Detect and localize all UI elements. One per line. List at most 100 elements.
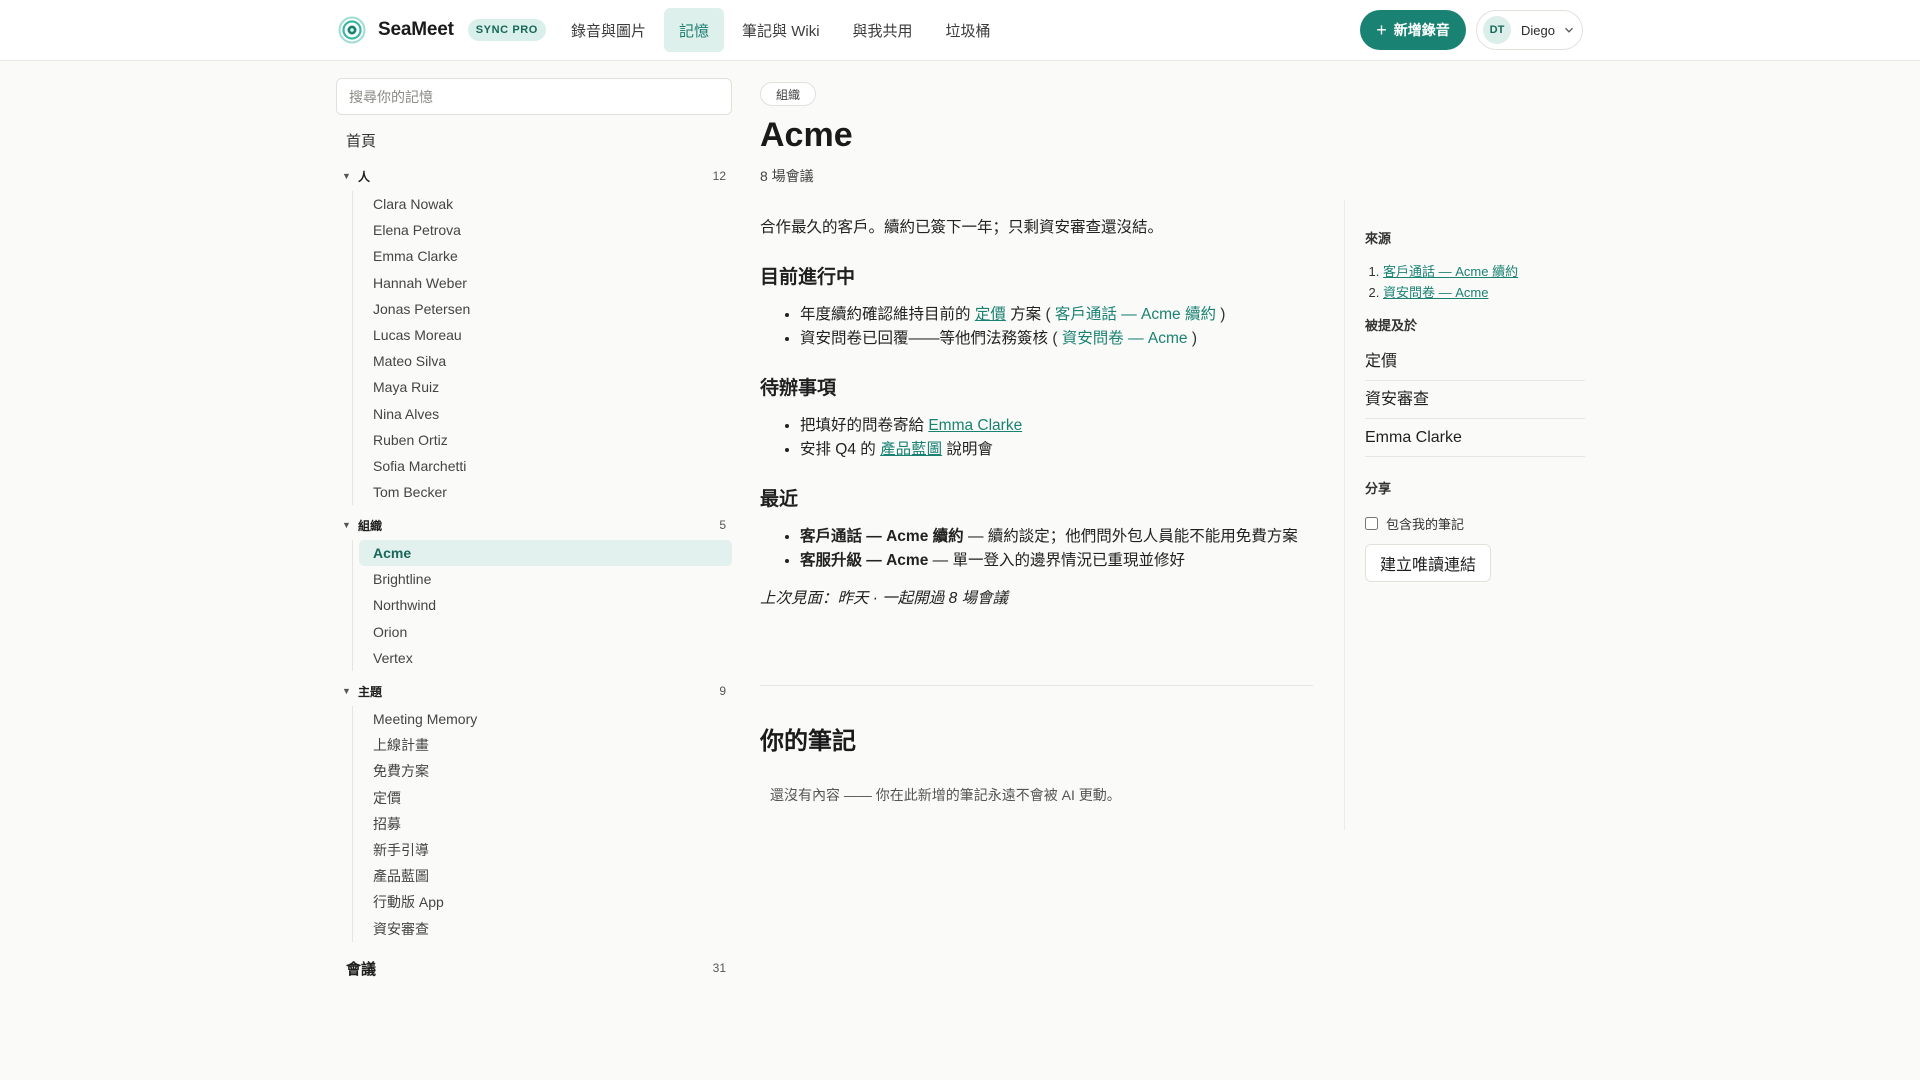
link-person[interactable]: Emma Clarke xyxy=(928,417,1022,434)
link-roadmap[interactable]: 產品藍圖 xyxy=(880,441,942,458)
sidebar-group-topics[interactable]: ▼ 主題 9 xyxy=(342,681,726,701)
meetings-label: 會議 xyxy=(346,960,377,978)
include-notes-label: 包含我的筆記 xyxy=(1386,517,1465,532)
sidebar-item-org[interactable]: Northwind xyxy=(359,592,732,618)
meeting-count: 8 場會議 xyxy=(760,168,814,184)
item-text: — 單一登入的邊界情況已重現並修好 xyxy=(928,552,1185,569)
sidebar-item-org[interactable]: Orion xyxy=(359,619,732,645)
sidebar-item-org-active[interactable]: Acme xyxy=(359,540,732,567)
recent-list: 客戶通話 — Acme 續約 — 續約談定；他們問外包人員能不能用免費方案 客服… xyxy=(760,525,1315,573)
summary: 合作最久的客戶。續約已簽下一年；只剩資安審查還沒結。 xyxy=(760,219,1164,236)
tab-recordings[interactable]: 錄音與圖片 xyxy=(556,8,661,52)
sidebar-item-person[interactable]: Maya Ruiz xyxy=(359,374,732,400)
sidebar-item-person[interactable]: Nina Alves xyxy=(359,401,732,427)
app-name: SeaMeet xyxy=(378,19,454,40)
sidebar-item-meetings[interactable]: 會議 31 xyxy=(346,958,726,978)
brand[interactable]: SeaMeet SYNC PRO xyxy=(338,16,546,44)
right-panel-divider xyxy=(1344,200,1345,830)
sidebar-item-topic[interactable]: 新手引導 xyxy=(359,837,732,863)
item-text: 年度續約確認維持目前的 xyxy=(800,306,975,323)
sidebar-item-org[interactable]: Vertex xyxy=(359,645,732,671)
link-pricing[interactable]: 定價 xyxy=(975,306,1006,323)
mentioned-section: 被提及於 定價 資安審查 Emma Clarke xyxy=(1365,315,1585,457)
sidebar-item-topic[interactable]: Meeting Memory xyxy=(359,706,732,732)
list-item: 客戶通話 — Acme 續約 — 續約談定；他們問外包人員能不能用免費方案 xyxy=(800,525,1315,549)
mention-item[interactable]: 資安審查 xyxy=(1365,381,1585,419)
sidebar-item-topic[interactable]: 行動版 App xyxy=(359,889,732,915)
recent-meeting-title[interactable]: 客服升級 — Acme xyxy=(800,552,928,569)
avatar: DT xyxy=(1483,16,1511,44)
sidebar-group-people[interactable]: ▼ 人 12 xyxy=(342,166,726,186)
meetings-count: 31 xyxy=(712,961,726,975)
sidebar-item-person[interactable]: Mateo Silva xyxy=(359,348,732,374)
in-progress-list: 年度續約確認維持目前的 定價 方案 ( 客戶通話 — Acme 續約 ) 資安問… xyxy=(760,303,1315,351)
caret-down-icon: ▼ xyxy=(342,520,351,530)
sidebar-item-org[interactable]: Brightline xyxy=(359,566,732,592)
share-heading: 分享 xyxy=(1365,481,1392,496)
link-source-call[interactable]: 客戶通話 — Acme 續約 xyxy=(1055,306,1216,323)
create-readonly-link-button[interactable]: 建立唯讀連結 xyxy=(1365,544,1492,582)
item-text: 說明會 xyxy=(942,441,993,458)
share-section: 分享 包含我的筆記 建立唯讀連結 xyxy=(1365,478,1585,582)
source-link[interactable]: 客戶通話 — Acme 續約 xyxy=(1383,264,1518,279)
mention-item[interactable]: 定價 xyxy=(1365,343,1585,381)
sidebar-item-person[interactable]: Tom Becker xyxy=(359,479,732,505)
sidebar-item-person[interactable]: Ruben Ortiz xyxy=(359,427,732,453)
tab-shared-with-me[interactable]: 與我共用 xyxy=(838,8,928,52)
sidebar-item-person[interactable]: Sofia Marchetti xyxy=(359,453,732,479)
sidebar-item-person[interactable]: Elena Petrova xyxy=(359,217,732,243)
list-item: 年度續約確認維持目前的 定價 方案 ( 客戶通話 — Acme 續約 ) xyxy=(800,303,1315,327)
group-label: 人 xyxy=(358,169,371,184)
include-notes-toggle[interactable]: 包含我的筆記 xyxy=(1365,514,1585,533)
item-text: 把填好的問卷寄給 xyxy=(800,417,929,434)
mentions-list: 定價 資安審查 Emma Clarke xyxy=(1365,343,1585,457)
group-count: 9 xyxy=(719,684,726,698)
sidebar-item-person[interactable]: Hannah Weber xyxy=(359,270,732,296)
sidebar-item-topic[interactable]: 免費方案 xyxy=(359,758,732,784)
sidebar-item-person[interactable]: Jonas Petersen xyxy=(359,296,732,322)
section-heading-in-progress: 目前進行中 xyxy=(760,267,856,288)
sidebar-item-topic[interactable]: 資安審查 xyxy=(359,916,732,942)
user-menu[interactable]: DT Diego xyxy=(1476,10,1583,50)
memory-body: 合作最久的客戶。續約已簽下一年；只剩資安審查還沒結。 目前進行中 年度續約確認維… xyxy=(760,216,1315,611)
include-notes-checkbox[interactable] xyxy=(1365,517,1378,530)
sidebar-item-person[interactable]: Emma Clarke xyxy=(359,243,732,269)
sidebar-item-topic[interactable]: 招募 xyxy=(359,811,732,837)
tab-memory[interactable]: 記憶 xyxy=(664,8,725,52)
sources-section: 來源 客戶通話 — Acme 續約 資安問卷 — Acme xyxy=(1365,228,1585,303)
new-recording-button[interactable]: + 新增錄音 xyxy=(1360,10,1466,50)
tab-trash[interactable]: 垃圾桶 xyxy=(931,8,1006,52)
sidebar-item-person[interactable]: Lucas Moreau xyxy=(359,322,732,348)
source-item: 客戶通話 — Acme 續約 xyxy=(1383,261,1585,282)
list-item: 資安問卷已回覆——等他們法務簽核 ( 資安問卷 — Acme ) xyxy=(800,327,1315,351)
recent-meeting-title[interactable]: 客戶通話 — Acme 續約 xyxy=(800,528,964,545)
sidebar-item-topic[interactable]: 上線計畫 xyxy=(359,732,732,758)
list-item: 客服升級 — Acme — 單一登入的邊界情況已重現並修好 xyxy=(800,549,1315,573)
mention-item[interactable]: Emma Clarke xyxy=(1365,419,1585,457)
sidebar-item-person[interactable]: Clara Nowak xyxy=(359,191,732,217)
paren-close: ) xyxy=(1215,306,1226,323)
list-item: 把填好的問卷寄給 Emma Clarke xyxy=(800,414,1315,438)
sidebar-item-home[interactable]: 首頁 xyxy=(346,130,376,151)
last-seen: 上次見面：昨天 · 一起開過 8 場會議 xyxy=(760,590,1009,607)
sidebar-group-orgs[interactable]: ▼ 組織 5 xyxy=(342,515,726,535)
mentioned-heading: 被提及於 xyxy=(1365,318,1418,333)
sidebar-item-topic[interactable]: 產品藍圖 xyxy=(359,863,732,889)
divider xyxy=(760,685,1313,686)
group-count: 5 xyxy=(719,518,726,532)
paren-open: ( xyxy=(1045,306,1055,323)
user-name: Diego xyxy=(1521,22,1555,38)
tab-notes-wiki[interactable]: 筆記與 Wiki xyxy=(727,8,835,52)
source-link[interactable]: 資安問卷 — Acme xyxy=(1383,285,1488,300)
notes-empty-state[interactable]: 還沒有內容 —— 你在此新增的筆記永遠不會被 AI 更動。 xyxy=(770,785,1121,805)
plan-badge: SYNC PRO xyxy=(467,19,546,41)
link-source-questionnaire[interactable]: 資安問卷 — Acme xyxy=(1062,330,1188,347)
source-item: 資安問卷 — Acme xyxy=(1383,282,1585,303)
paren-close: ) xyxy=(1187,330,1197,347)
section-heading-todo: 待辦事項 xyxy=(760,378,837,399)
main-nav: 錄音與圖片 記憶 筆記與 Wiki 與我共用 垃圾桶 xyxy=(556,8,1009,52)
search-input[interactable] xyxy=(336,78,732,115)
item-text: 方案 xyxy=(1005,306,1046,323)
sidebar-item-topic[interactable]: 定價 xyxy=(359,785,732,811)
group-label: 組織 xyxy=(358,518,383,533)
